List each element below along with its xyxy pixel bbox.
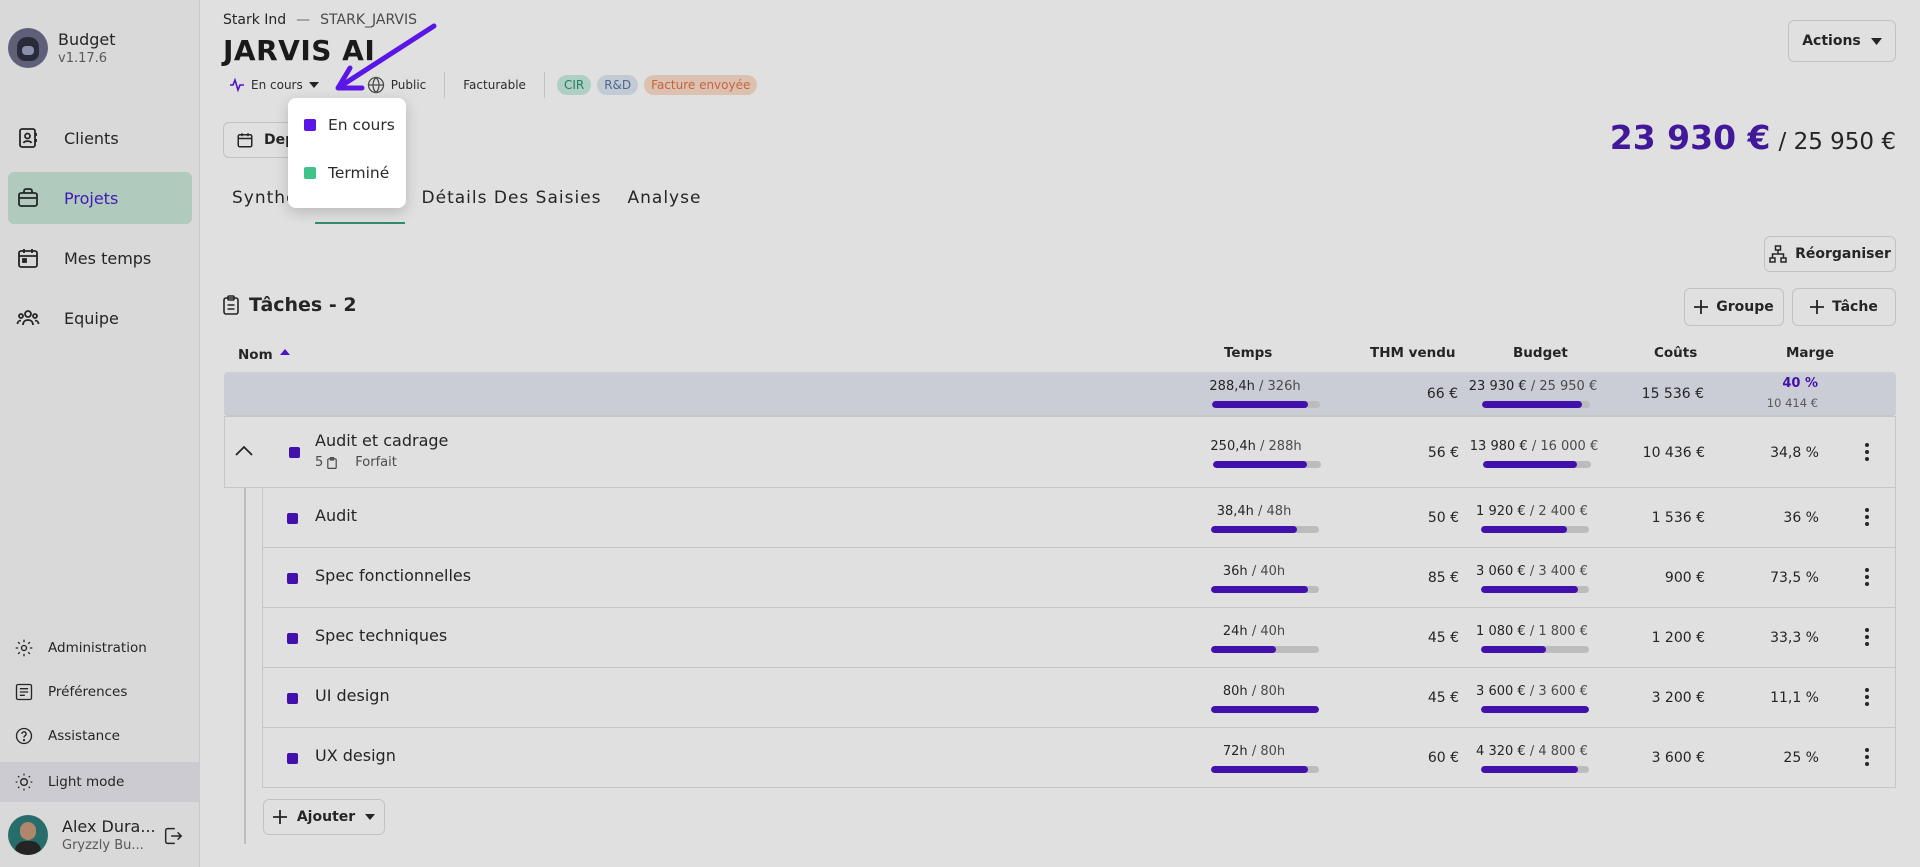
status-dropdown-menu: En cours Terminé xyxy=(288,98,406,208)
status-option-label: En cours xyxy=(328,116,395,134)
status-option-en-cours[interactable]: En cours xyxy=(304,116,395,134)
status-color-dot xyxy=(304,167,316,179)
status-color-dot xyxy=(304,119,316,131)
status-option-label: Terminé xyxy=(328,164,390,182)
annotation-arrow-icon xyxy=(335,23,437,91)
status-option-termine[interactable]: Terminé xyxy=(304,164,389,182)
